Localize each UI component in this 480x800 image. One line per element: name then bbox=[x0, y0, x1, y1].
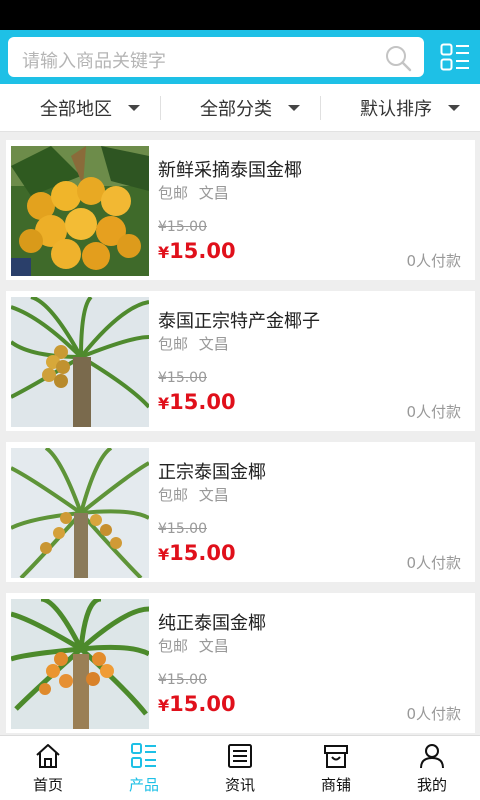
sales-count: 0人付款 bbox=[406, 403, 461, 421]
divider bbox=[320, 96, 321, 120]
price: ¥15.00 bbox=[158, 390, 236, 414]
original-price: ¥15.00 bbox=[158, 672, 207, 688]
price: ¥15.00 bbox=[158, 541, 236, 565]
currency-symbol: ¥ bbox=[158, 545, 170, 564]
product-list-icon bbox=[131, 743, 156, 768]
user-icon bbox=[420, 744, 444, 769]
tag-origin: 文昌 bbox=[198, 335, 229, 353]
product-card[interactable]: 正宗泰国金椰 包邮 文昌 ¥15.00 ¥15.00 0人付款 bbox=[6, 442, 475, 582]
price: ¥15.00 bbox=[158, 692, 236, 716]
tab-products[interactable]: 产品 bbox=[96, 736, 192, 800]
filter-region[interactable]: 全部地区 bbox=[40, 84, 140, 132]
chevron-down-icon bbox=[448, 105, 460, 111]
price: ¥15.00 bbox=[158, 239, 236, 263]
filter-bar: 全部地区 全部分类 默认排序 bbox=[0, 84, 480, 132]
product-name: 泰国正宗特产金椰子 bbox=[158, 311, 320, 332]
sales-count: 0人付款 bbox=[406, 705, 461, 723]
search-header: 请输入商品关键字 bbox=[0, 30, 480, 84]
news-icon bbox=[228, 744, 252, 768]
product-tags: 包邮 文昌 bbox=[158, 635, 229, 656]
product-name: 纯正泰国金椰 bbox=[158, 613, 266, 634]
product-tags: 包邮 文昌 bbox=[158, 484, 229, 505]
bottom-tab-bar: 首页 产品 资讯 商铺 我的 bbox=[0, 735, 480, 800]
tag-free-shipping: 包邮 bbox=[158, 184, 189, 202]
sales-count: 0人付款 bbox=[406, 554, 461, 572]
product-card[interactable]: 新鲜采摘泰国金椰 包邮 文昌 ¥15.00 ¥15.00 0人付款 bbox=[6, 140, 475, 280]
tag-free-shipping: 包邮 bbox=[158, 486, 189, 504]
tab-me-label: 我的 bbox=[416, 776, 447, 794]
home-icon bbox=[36, 744, 60, 768]
chevron-down-icon bbox=[128, 105, 140, 111]
original-price: ¥15.00 bbox=[158, 370, 207, 386]
store-icon bbox=[324, 745, 348, 768]
price-value: 15.00 bbox=[169, 692, 236, 716]
filter-category-label: 全部分类 bbox=[200, 99, 272, 120]
filter-sort-label: 默认排序 bbox=[360, 99, 432, 120]
currency-symbol: ¥ bbox=[158, 243, 170, 262]
product-card[interactable]: 纯正泰国金椰 包邮 文昌 ¥15.00 ¥15.00 0人付款 bbox=[6, 593, 475, 733]
tab-home[interactable]: 首页 bbox=[0, 736, 96, 800]
original-price: ¥15.00 bbox=[158, 521, 207, 537]
product-image bbox=[11, 599, 149, 729]
filter-category[interactable]: 全部分类 bbox=[200, 84, 300, 132]
tab-me[interactable]: 我的 bbox=[384, 736, 480, 800]
currency-symbol: ¥ bbox=[158, 696, 170, 715]
tab-store[interactable]: 商铺 bbox=[288, 736, 384, 800]
search-icon[interactable] bbox=[384, 44, 412, 72]
tab-news[interactable]: 资讯 bbox=[192, 736, 288, 800]
tag-free-shipping: 包邮 bbox=[158, 335, 189, 353]
search-placeholder: 请输入商品关键字 bbox=[22, 51, 166, 72]
product-image bbox=[11, 146, 149, 276]
price-value: 15.00 bbox=[169, 390, 236, 414]
tab-news-label: 资讯 bbox=[224, 776, 255, 794]
product-tags: 包邮 文昌 bbox=[158, 333, 229, 354]
tag-origin: 文昌 bbox=[198, 637, 229, 655]
product-card[interactable]: 泰国正宗特产金椰子 包邮 文昌 ¥15.00 ¥15.00 0人付款 bbox=[6, 291, 475, 431]
tab-store-label: 商铺 bbox=[320, 776, 351, 794]
chevron-down-icon bbox=[288, 105, 300, 111]
product-tags: 包邮 文昌 bbox=[158, 182, 229, 203]
product-name: 正宗泰国金椰 bbox=[158, 462, 266, 483]
filter-sort[interactable]: 默认排序 bbox=[360, 84, 460, 132]
tab-products-label: 产品 bbox=[128, 776, 159, 794]
tag-free-shipping: 包邮 bbox=[158, 637, 189, 655]
filter-region-label: 全部地区 bbox=[40, 99, 112, 120]
product-image bbox=[11, 448, 149, 578]
product-name: 新鲜采摘泰国金椰 bbox=[158, 160, 302, 181]
category-menu-icon[interactable] bbox=[440, 43, 470, 71]
tag-origin: 文昌 bbox=[198, 486, 229, 504]
original-price: ¥15.00 bbox=[158, 219, 207, 235]
sales-count: 0人付款 bbox=[406, 252, 461, 270]
price-value: 15.00 bbox=[169, 541, 236, 565]
search-input[interactable]: 请输入商品关键字 bbox=[8, 37, 424, 77]
divider bbox=[160, 96, 161, 120]
product-image bbox=[11, 297, 149, 427]
status-bar bbox=[0, 0, 480, 30]
currency-symbol: ¥ bbox=[158, 394, 170, 413]
tag-origin: 文昌 bbox=[198, 184, 229, 202]
tab-home-label: 首页 bbox=[32, 776, 63, 794]
price-value: 15.00 bbox=[169, 239, 236, 263]
